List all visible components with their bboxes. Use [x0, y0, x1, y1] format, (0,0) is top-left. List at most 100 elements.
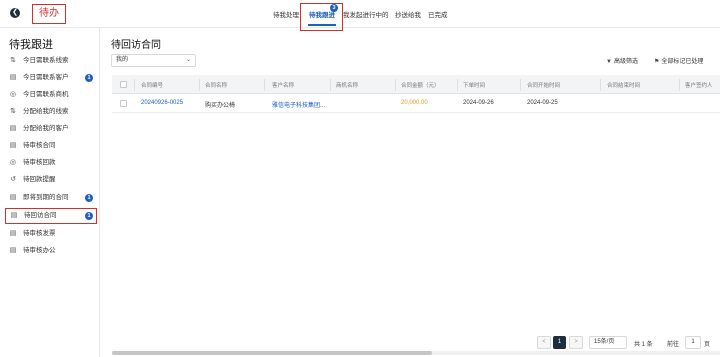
horizontal-scrollbar-thumb[interactable]	[112, 351, 432, 355]
count-badge: 1	[85, 74, 93, 82]
column-separator	[330, 79, 331, 91]
payment-icon: ◎	[9, 159, 17, 166]
invoice-icon: ▤	[9, 230, 17, 237]
sidebar-item-contract-review[interactable]: ▤ 待审核合同	[5, 139, 97, 153]
tab-pending-handle[interactable]: 待我处理	[273, 9, 299, 19]
total-count: 共 1 条	[634, 342, 653, 348]
assign-customer-icon: ▤	[9, 125, 17, 132]
column-header[interactable]: 合同名称	[205, 81, 227, 89]
contract-number-link[interactable]: 20240926-0025	[141, 100, 183, 106]
table-header: 合同编号 合同名称 客户名称 商机名称 合同金额（元） 下单时间 合同开始时间 …	[112, 75, 720, 94]
page-size-select[interactable]: 15条/页	[589, 336, 627, 349]
sidebar-item-revisit-contracts[interactable]: ▤ 待回访合同 1	[5, 208, 97, 224]
clue-icon: ⇅	[10, 57, 16, 64]
column-header[interactable]: 合同金额（元）	[401, 81, 440, 89]
column-separator	[600, 79, 601, 91]
count-badge: 1	[85, 194, 93, 202]
column-header[interactable]: 客户签约人	[685, 81, 713, 89]
top-bar: ❮ 待办 待我处理 待我跟进 3 我发起进行中的 抄送给我 已完成	[0, 0, 720, 31]
expiring-contract-icon: ▤	[9, 194, 17, 201]
sidebar-item-label: 分配给我的客户	[23, 125, 69, 132]
column-separator	[199, 79, 200, 91]
sidebar-item-today-clues[interactable]: ⇅ 今日需联系线索	[5, 54, 97, 68]
next-page-button[interactable]: >	[569, 336, 583, 349]
sidebar-item-label: 今日需联系线索	[23, 57, 69, 64]
revisit-contract-icon: ▤	[10, 212, 18, 219]
order-date: 2024-09-26	[463, 100, 494, 106]
sidebar-item-today-opportunities[interactable]: ◎ 今日需联系商机	[5, 88, 97, 102]
mark-all-processed-button[interactable]: ⚑ 全部标记已处理	[654, 56, 703, 65]
column-header[interactable]: 客户名称	[272, 81, 294, 89]
sidebar: 待我跟进 ⇅ 今日需联系线索 ▤ 今日需联系客户 1 ◎ 今日需联系商机 ⇅ 分…	[0, 28, 100, 357]
goto-page-input[interactable]: 1	[685, 336, 701, 349]
column-header[interactable]: 合同编号	[141, 81, 163, 89]
main-content: 待回访合同 我的 ⌄ ▼ 高级筛选 ⚑ 全部标记已处理 合同编号 合同名称 客户名称…	[101, 28, 720, 357]
reminder-icon: ↺	[10, 176, 16, 183]
advanced-filter-button[interactable]: ▼ 高级筛选	[606, 56, 638, 65]
active-tab-indicator	[308, 24, 336, 26]
scope-select[interactable]: 我的 ⌄	[111, 54, 196, 67]
opportunity-icon: ◎	[9, 91, 17, 98]
column-header[interactable]: 合同开始时间	[527, 81, 560, 89]
goto-label: 前往	[667, 342, 680, 348]
sidebar-item-assigned-customers[interactable]: ▤ 分配给我的客户	[5, 122, 97, 136]
prev-page-button[interactable]: <	[537, 336, 551, 349]
table-row[interactable]: 20240926-0025 购买办公椅 雅信电子科技集团... 20,000.0…	[112, 95, 720, 113]
contract-amount: 20,000.00	[401, 100, 428, 106]
count-badge: 1	[85, 212, 93, 220]
tab-initiated-in-progress[interactable]: 我发起进行中的	[343, 9, 389, 19]
customer-icon: ▤	[9, 74, 17, 81]
chevron-down-icon: ⌄	[185, 57, 191, 63]
flag-icon: ⚑	[654, 59, 660, 65]
sidebar-item-label: 待审核合同	[23, 142, 56, 149]
sidebar-item-assigned-clues[interactable]: ⇅ 分配给我的线索	[5, 105, 97, 119]
column-separator	[457, 79, 458, 91]
column-header[interactable]: 下单时间	[463, 81, 485, 89]
column-separator	[264, 79, 265, 91]
sidebar-item-label: 待审核发票	[23, 230, 56, 237]
sidebar-item-label: 待审核办公	[23, 247, 56, 254]
sidebar-item-label: 今日需联系客户	[23, 74, 69, 81]
column-header[interactable]: 商机名称	[336, 81, 358, 89]
sidebar-item-label: 待审核回款	[23, 159, 56, 166]
sidebar-item-label: 今日需联系商机	[23, 91, 69, 98]
module-title: 待办	[32, 4, 66, 24]
sidebar-item-label: 待回访合同	[24, 212, 57, 219]
customer-name-link[interactable]: 雅信电子科技集团...	[272, 100, 325, 109]
contract-name: 购买办公椅	[205, 103, 236, 109]
sidebar-item-label: 即将到期的合同	[23, 194, 69, 201]
advanced-filter-label: 高级筛选	[613, 59, 638, 65]
page-title: 待回访合同	[111, 40, 161, 51]
column-separator	[520, 79, 521, 91]
column-separator	[134, 79, 135, 91]
tab-badge: 3	[330, 4, 338, 12]
sidebar-title: 待我跟进	[9, 39, 53, 51]
office-icon: ▤	[9, 247, 17, 254]
tab-completed[interactable]: 已完成	[428, 9, 448, 19]
row-checkbox[interactable]	[120, 100, 127, 107]
assign-clue-icon: ⇅	[10, 108, 16, 115]
sidebar-item-invoice-review[interactable]: ▤ 待审核发票	[5, 227, 97, 241]
page-suffix: 页	[704, 342, 711, 348]
sidebar-item-expiring-contracts[interactable]: ▤ 即将到期的合同 1	[5, 191, 97, 205]
sidebar-item-today-customers[interactable]: ▤ 今日需联系客户 1	[5, 71, 97, 85]
select-all-checkbox[interactable]	[120, 81, 127, 88]
mark-all-processed-label: 全部标记已处理	[661, 59, 704, 65]
contract-icon: ▤	[9, 142, 17, 149]
filter-icon: ▼	[606, 59, 612, 65]
column-separator	[395, 79, 396, 91]
sidebar-item-payment-review[interactable]: ◎ 待审核回款	[5, 156, 97, 170]
back-arrow-icon[interactable]: ❮	[10, 8, 20, 18]
contracts-table: 合同编号 合同名称 客户名称 商机名称 合同金额（元） 下单时间 合同开始时间 …	[112, 75, 720, 355]
sidebar-item-label: 待回款提醒	[23, 176, 56, 183]
sidebar-item-office-review[interactable]: ▤ 待审核办公	[5, 244, 97, 258]
column-separator	[679, 79, 680, 91]
sidebar-item-payment-reminder[interactable]: ↺ 待回款提醒	[5, 173, 97, 187]
scope-select-value: 我的	[116, 57, 129, 63]
column-header[interactable]: 合同结束时间	[607, 81, 640, 89]
tab-cc-to-me[interactable]: 抄送给我	[395, 9, 421, 19]
contract-start-date: 2024-09-25	[527, 100, 558, 106]
page-size-value: 15条/页	[594, 339, 615, 345]
current-page-number[interactable]: 1	[553, 336, 566, 349]
sidebar-item-label: 分配给我的线索	[23, 108, 69, 115]
